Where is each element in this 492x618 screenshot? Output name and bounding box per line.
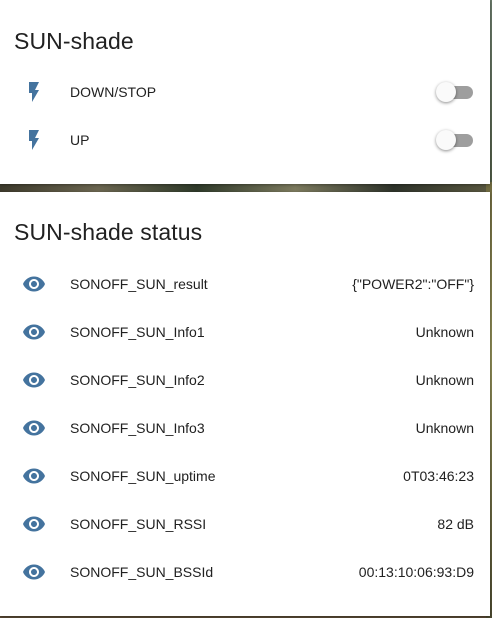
sensor-value: Unknown — [415, 324, 474, 340]
eye-icon — [23, 324, 45, 340]
sensor-value: Unknown — [415, 372, 474, 388]
sensor-label: SONOFF_SUN_Info1 — [70, 324, 205, 340]
eye-icon — [23, 468, 45, 484]
sensor-label: SONOFF_SUN_RSSI — [70, 516, 207, 532]
sensor-value: 0T03:46:23 — [403, 468, 474, 484]
sensor-row-bssid[interactable]: SONOFF_SUN_BSSId 00:13:10:06:93:D9 — [0, 548, 490, 596]
sun-shade-status-card: SUN-shade status SONOFF_SUN_result {"POW… — [0, 192, 490, 616]
sensor-label: SONOFF_SUN_Info2 — [70, 372, 205, 388]
sensor-row-info1[interactable]: SONOFF_SUN_Info1 Unknown — [0, 308, 490, 356]
sensor-row-rssi[interactable]: SONOFF_SUN_RSSI 82 dB — [0, 500, 490, 548]
card-title: SUN-shade status — [14, 219, 203, 245]
entity-label: DOWN/STOP — [70, 84, 157, 100]
flash-icon — [29, 82, 39, 102]
down-stop-toggle[interactable] — [436, 81, 476, 103]
eye-icon — [23, 564, 45, 580]
flash-icon — [29, 130, 39, 150]
sensor-row-result[interactable]: SONOFF_SUN_result {"POWER2":"OFF"} — [0, 260, 490, 308]
sensor-label: SONOFF_SUN_uptime — [70, 468, 216, 484]
entity-row-down-stop[interactable]: DOWN/STOP — [0, 68, 490, 116]
eye-icon — [23, 276, 45, 292]
eye-icon — [23, 516, 45, 532]
sensor-label: SONOFF_SUN_Info3 — [70, 420, 205, 436]
sun-shade-card: SUN-shade DOWN/STOP UP — [0, 0, 490, 184]
sensor-row-info2[interactable]: SONOFF_SUN_Info2 Unknown — [0, 356, 490, 404]
sensor-label: SONOFF_SUN_result — [70, 276, 208, 292]
eye-icon — [23, 372, 45, 388]
up-toggle[interactable] — [436, 129, 476, 151]
sensor-label: SONOFF_SUN_BSSId — [70, 564, 214, 580]
sensor-value: Unknown — [415, 420, 474, 436]
toggle-thumb — [436, 130, 456, 150]
entity-row-up[interactable]: UP — [0, 116, 490, 164]
sensor-value: 00:13:10:06:93:D9 — [358, 564, 474, 580]
sensor-row-info3[interactable]: SONOFF_SUN_Info3 Unknown — [0, 404, 490, 452]
sensor-row-uptime[interactable]: SONOFF_SUN_uptime 0T03:46:23 — [0, 452, 490, 500]
card-title: SUN-shade — [14, 28, 134, 54]
entity-label: UP — [70, 132, 90, 148]
eye-icon — [23, 420, 45, 436]
sensor-value: {"POWER2":"OFF"} — [352, 276, 474, 292]
sensor-value: 82 dB — [437, 516, 474, 532]
toggle-thumb — [436, 82, 456, 102]
